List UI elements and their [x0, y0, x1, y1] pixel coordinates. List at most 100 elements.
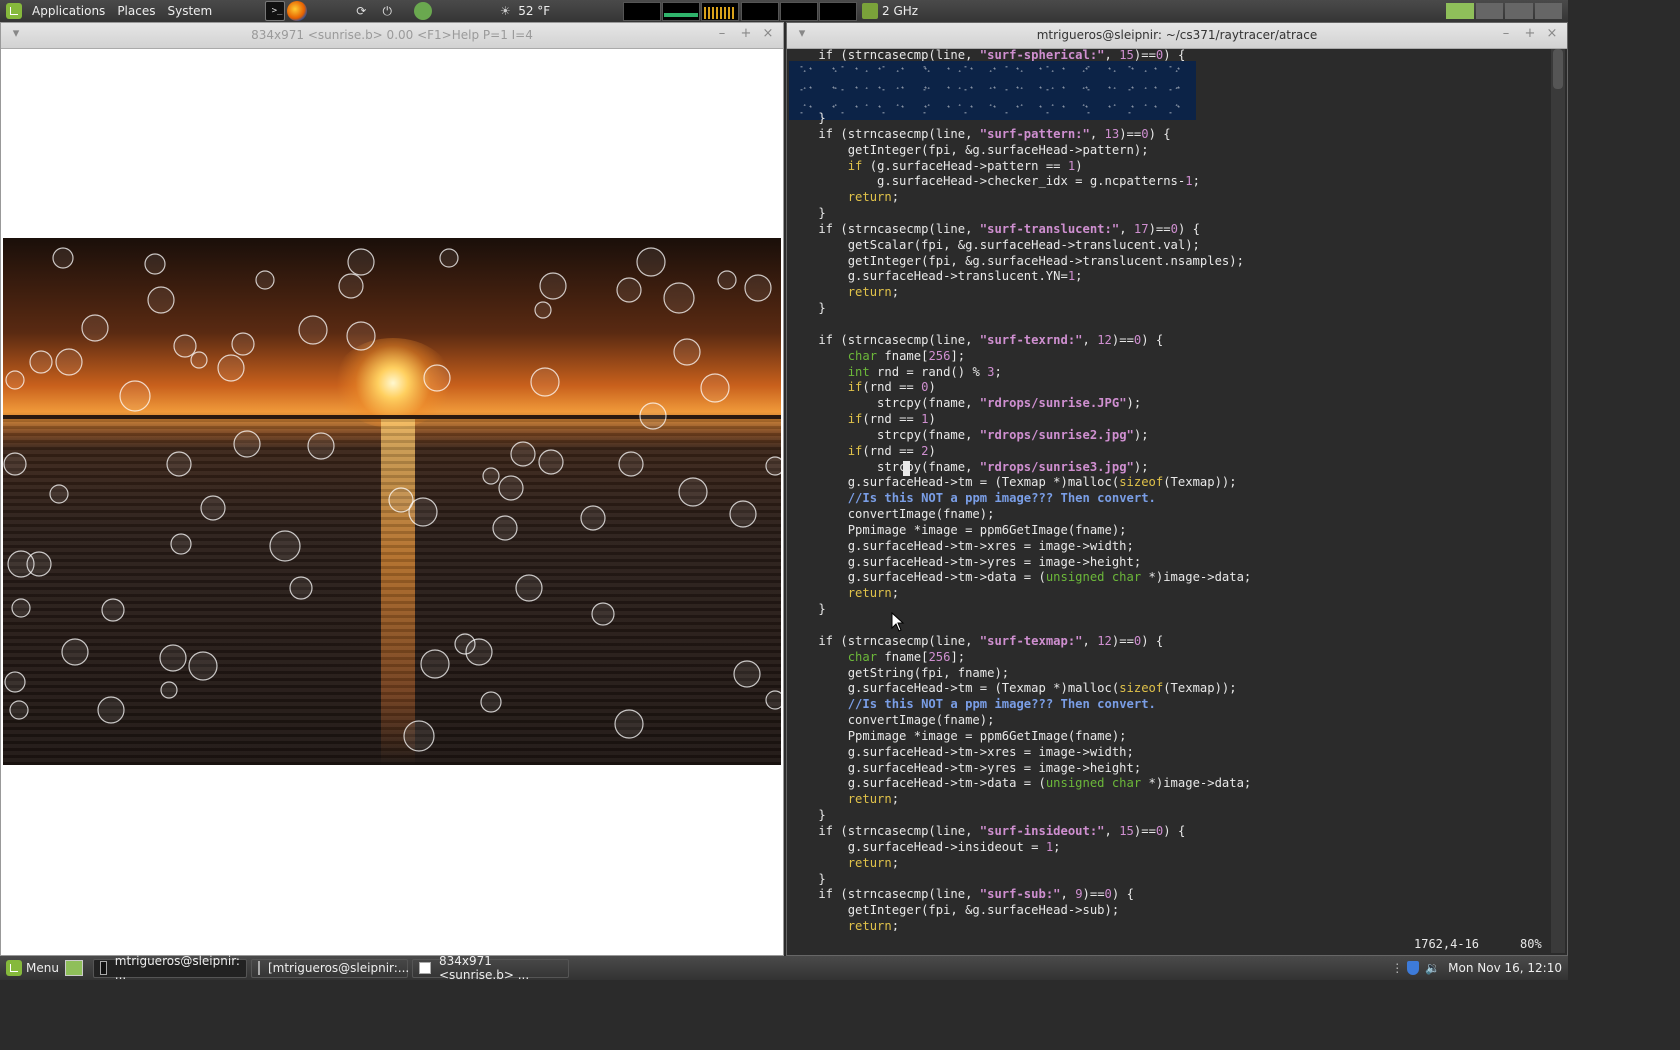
code-token: g.surfaceHead->tm->yres = image->height; — [789, 554, 1142, 569]
code-token: ; — [891, 190, 900, 205]
terminal-launcher-icon[interactable]: >_ — [265, 1, 286, 21]
code-lines: } if (strncasecmp(line, "surf-pattern:",… — [789, 111, 1251, 931]
minimize-button[interactable]: – — [1499, 27, 1513, 41]
mint-logo-icon[interactable] — [6, 3, 22, 19]
menu-applications[interactable]: Applications — [26, 0, 111, 22]
code-token: , — [1089, 126, 1105, 141]
taskbar-item-terminal-1[interactable]: mtrigueros@sleipnir: ... — [92, 954, 247, 982]
swap-monitor — [741, 2, 779, 21]
show-desktop-icon[interactable] — [64, 960, 83, 976]
code-token: *)image->data; — [1141, 776, 1252, 791]
maximize-button[interactable]: + — [739, 27, 753, 41]
code-line: g.surfaceHead->tm->data = (unsigned char… — [789, 570, 1252, 586]
code-token: ) { — [1148, 126, 1171, 141]
image-viewer-window: ▾ 834x971 <sunrise.b> 0.00 <F1>Help P=1 … — [0, 22, 784, 956]
refresh-icon[interactable]: ⟳ — [354, 4, 368, 18]
terminal-scrollbar[interactable] — [1551, 49, 1565, 953]
code-line: char fname[256]; — [789, 650, 1251, 666]
code-token: ; — [891, 586, 900, 601]
code-token: char — [847, 348, 878, 363]
code-token: g.surfaceHead->tm = (Texmap *)malloc( — [789, 475, 1120, 490]
workspace-1[interactable] — [1446, 3, 1474, 19]
code-token: g.surfaceHead->tm->data = ( — [789, 776, 1046, 791]
taskbar-item-terminal-2[interactable]: [mtrigueros@sleipnir:... — [250, 958, 409, 978]
code-token: return — [847, 285, 892, 300]
menu-places[interactable]: Places — [111, 0, 161, 22]
code-token: sizeof — [1119, 475, 1164, 490]
code-token: )== — [1111, 332, 1134, 347]
workspace-3[interactable] — [1505, 3, 1533, 19]
code-token: } — [789, 602, 826, 617]
code-line: } — [789, 206, 1251, 222]
menu-button[interactable]: Menu — [26, 961, 59, 975]
network-shield-icon[interactable] — [1407, 961, 1420, 975]
code-token: getInteger(fpi, &g.surfaceHead->sub); — [789, 903, 1120, 918]
minimize-button[interactable]: – — [715, 27, 729, 41]
workspace-switcher[interactable] — [1446, 3, 1562, 19]
maximize-button[interactable]: + — [1523, 27, 1537, 41]
code-editor[interactable]: if (strncasecmp(line, "surf-spherical:",… — [789, 49, 1549, 931]
window-task-icon — [418, 962, 431, 974]
terminal-titlebar[interactable]: ▾ mtrigueros@sleipnir: ~/cs371/raytracer… — [787, 23, 1567, 49]
code-token: unsigned char — [1045, 776, 1142, 791]
code-token: fname[ — [877, 649, 929, 664]
code-token: if (strncasecmp(line, — [789, 633, 980, 648]
code-token: "rdrops/sunrise.JPG" — [979, 396, 1127, 411]
user-avatar-icon[interactable] — [414, 2, 433, 20]
code-token: Ppmimage *image = ppm6GetImage(fname); — [789, 728, 1127, 743]
workspace-2[interactable] — [1475, 3, 1503, 19]
mint-menu-icon[interactable] — [6, 960, 22, 976]
scrollbar-thumb[interactable] — [1553, 49, 1563, 89]
code-line: g.surfaceHead->tm->yres = image->height; — [789, 555, 1251, 571]
bottom-panel: Menu mtrigueros@sleipnir: ... [mtriguero… — [0, 954, 1568, 982]
taskbar-item-image-viewer[interactable]: 834x971 <sunrise.b> ... — [411, 954, 569, 982]
code-token: ; — [1075, 269, 1083, 284]
power-icon[interactable]: ⏻ — [380, 4, 394, 18]
code-token: } — [789, 808, 826, 823]
code-token: ); — [1126, 396, 1142, 411]
code-token: sizeof — [1119, 681, 1164, 696]
code-line: } — [789, 111, 1251, 127]
code-token: g.surfaceHead->tm->xres = image->width; — [789, 538, 1134, 553]
code-line: } — [789, 872, 1251, 888]
weather-temperature: 52 °F — [518, 4, 551, 18]
code-token: return — [847, 190, 892, 205]
task-label: mtrigueros@sleipnir: ... — [114, 954, 240, 982]
volume-icon[interactable]: 🔉 — [1425, 961, 1440, 975]
code-token: int — [847, 364, 870, 379]
code-token: *)image->data; — [1141, 570, 1252, 585]
code-line: return; — [789, 285, 1251, 301]
code-token: "surf-translucent:" — [979, 221, 1120, 236]
menu-system[interactable]: System — [161, 0, 218, 22]
terminal-window: ▾ mtrigueros@sleipnir: ~/cs371/raytracer… — [786, 22, 1568, 956]
code-token: 0 — [1170, 221, 1178, 236]
code-token: "surf-texrnd:" — [979, 332, 1083, 347]
code-token: g.surfaceHead->checker_idx = g.ncpattern… — [789, 174, 1186, 189]
cursor-position: 1762,4-16 — [1414, 937, 1480, 951]
code-token: (rnd == — [862, 412, 922, 427]
workspace-4[interactable] — [1534, 3, 1562, 19]
top-panel: Applications Places System >_ ⟳ ⏻ ☀ 52 °… — [0, 0, 1568, 22]
close-button[interactable]: × — [761, 27, 775, 41]
code-token: )== — [1148, 221, 1171, 236]
image-viewer-titlebar[interactable]: ▾ 834x971 <sunrise.b> 0.00 <F1>Help P=1 … — [1, 23, 783, 49]
code-line: if(rnd == 2) — [789, 444, 1251, 460]
close-button[interactable]: × — [1545, 27, 1559, 41]
code-line: return; — [789, 919, 1251, 931]
terminal-task-icon — [257, 961, 260, 975]
code-token: return — [847, 919, 892, 931]
code-token: getString(fpi, fname); — [789, 665, 1010, 680]
code-token: } — [789, 301, 826, 316]
code-line: } — [789, 602, 1251, 618]
firefox-launcher-icon[interactable] — [287, 1, 308, 21]
clock[interactable]: Mon Nov 16, 12:10 — [1448, 961, 1562, 975]
tray-arrows-icon[interactable]: ⋮ — [1391, 961, 1403, 975]
cpu-monitor — [623, 2, 661, 21]
code-token: ; — [994, 364, 1002, 379]
code-token: //Is this NOT a ppm image??? Then conver… — [847, 697, 1156, 712]
